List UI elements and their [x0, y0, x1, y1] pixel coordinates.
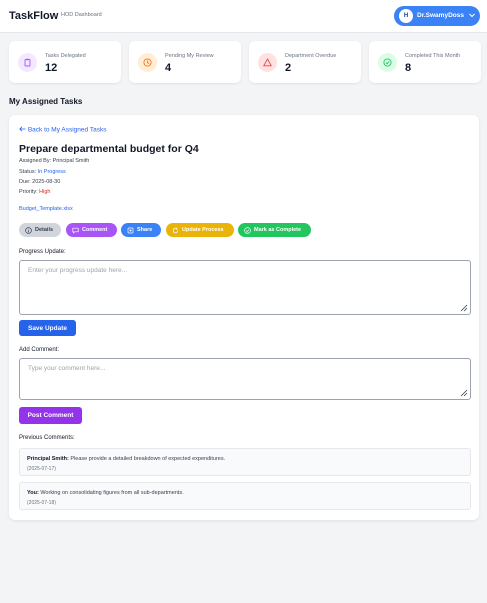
comment-body: Please provide a detailed breakdown of e…: [70, 456, 226, 462]
back-link[interactable]: Back to My Assigned Tasks: [19, 126, 106, 134]
warning-icon-badge: [258, 53, 277, 72]
add-comment-label: Add Comment:: [19, 347, 60, 353]
stat-card-completed-month: Completed This Month 8: [369, 41, 481, 83]
avatar: H: [399, 9, 413, 23]
stat-label: Pending My Review: [165, 53, 214, 59]
comment-author: Principal Smith:: [27, 456, 69, 462]
task-title: Prepare departmental budget for Q4: [19, 143, 199, 155]
refresh-icon: [172, 227, 179, 233]
attachment-link[interactable]: Budget_Template.xlsx: [19, 206, 73, 212]
comment-date: (2025-07-18): [27, 500, 56, 506]
stat-card-tasks-delegated: Tasks Delegated 12: [9, 41, 121, 83]
user-name: Dr.SwamyDoss: [417, 12, 464, 19]
meta-label: Status:: [19, 169, 37, 175]
stat-card-department-overdue: Department Overdue 2: [249, 41, 361, 83]
comment-author: You:: [27, 490, 39, 496]
resize-grip-icon[interactable]: [460, 304, 468, 312]
meta-value: 2025-08-30: [32, 179, 61, 185]
priority-value: High: [39, 189, 51, 195]
details-button-label: Details: [35, 227, 54, 233]
update-process-button-label: Update Process: [182, 227, 224, 233]
meta-due: Due: 2025-08-30: [19, 179, 60, 185]
comment-input[interactable]: [19, 358, 471, 400]
comment-date: (2025-07-17): [27, 466, 56, 472]
user-menu-button[interactable]: H Dr.SwamyDoss: [394, 6, 480, 26]
section-title: My Assigned Tasks: [9, 97, 83, 106]
comment-icon: [72, 227, 79, 233]
meta-label: Priority:: [19, 189, 38, 195]
check-circle-icon: [244, 226, 251, 234]
previous-comments-label: Previous Comments:: [19, 435, 75, 441]
app-brand[interactable]: TaskFlow: [9, 10, 58, 22]
stat-value: 4: [165, 62, 172, 74]
share-button-label: Share: [137, 227, 153, 233]
comment-text: Principal Smith: Please provide a detail…: [27, 456, 225, 462]
arrow-left-icon: [19, 126, 26, 132]
check-circle-icon: [383, 58, 392, 67]
meta-value: Principal Smith: [52, 158, 90, 164]
progress-update-input[interactable]: [19, 260, 471, 315]
stat-label: Department Overdue: [285, 53, 337, 59]
warning-icon: [263, 58, 272, 67]
chevron-down-icon: [469, 13, 475, 18]
stat-value: 8: [405, 62, 412, 74]
stat-card-pending-review: Pending My Review 4: [129, 41, 241, 83]
clock-icon-badge: [138, 53, 157, 72]
stat-value: 12: [45, 62, 58, 74]
top-bar: TaskFlow HOD Dashboard H Dr.SwamyDoss: [0, 0, 487, 33]
mark-complete-button[interactable]: Mark as Complete: [238, 223, 311, 237]
meta-priority: Priority: High: [19, 189, 50, 195]
progress-update-label: Progress Update:: [19, 249, 66, 255]
mark-complete-button-label: Mark as Complete: [254, 227, 302, 233]
clipboard-icon: [24, 58, 31, 67]
dashboard-subtitle: HOD Dashboard: [61, 12, 102, 18]
back-link-label: Back to My Assigned Tasks: [27, 126, 107, 134]
meta-status: Status: In Progress: [19, 169, 66, 175]
share-icon: [127, 227, 134, 233]
save-update-button[interactable]: Save Update: [19, 320, 76, 336]
stat-label: Completed This Month: [405, 53, 461, 59]
meta-label: Assigned By:: [19, 158, 52, 164]
info-icon: [25, 226, 32, 234]
meta-assigned-by: Assigned By: Principal Smith: [19, 158, 89, 164]
stat-value: 2: [285, 62, 292, 74]
clipboard-icon-badge: [18, 53, 37, 72]
comment-text: You: Working on consolidating figures fr…: [27, 490, 184, 496]
comment-item: You: Working on consolidating figures fr…: [19, 482, 471, 510]
status-value: In Progress: [37, 169, 66, 175]
details-button[interactable]: Details: [19, 223, 61, 237]
comment-button[interactable]: Comment: [66, 223, 117, 237]
clock-icon: [143, 58, 152, 67]
resize-grip-icon[interactable]: [460, 389, 468, 397]
comment-item: Principal Smith: Please provide a detail…: [19, 448, 471, 476]
stat-label: Tasks Delegated: [45, 53, 86, 59]
meta-label: Due:: [19, 179, 31, 185]
post-comment-button[interactable]: Post Comment: [19, 407, 82, 424]
update-process-button[interactable]: Update Process: [166, 223, 234, 237]
comment-button-label: Comment: [82, 227, 108, 233]
share-button[interactable]: Share: [121, 223, 161, 237]
comment-body: Working on consolidating figures from al…: [40, 490, 184, 496]
check-circle-icon-badge: [378, 53, 397, 72]
